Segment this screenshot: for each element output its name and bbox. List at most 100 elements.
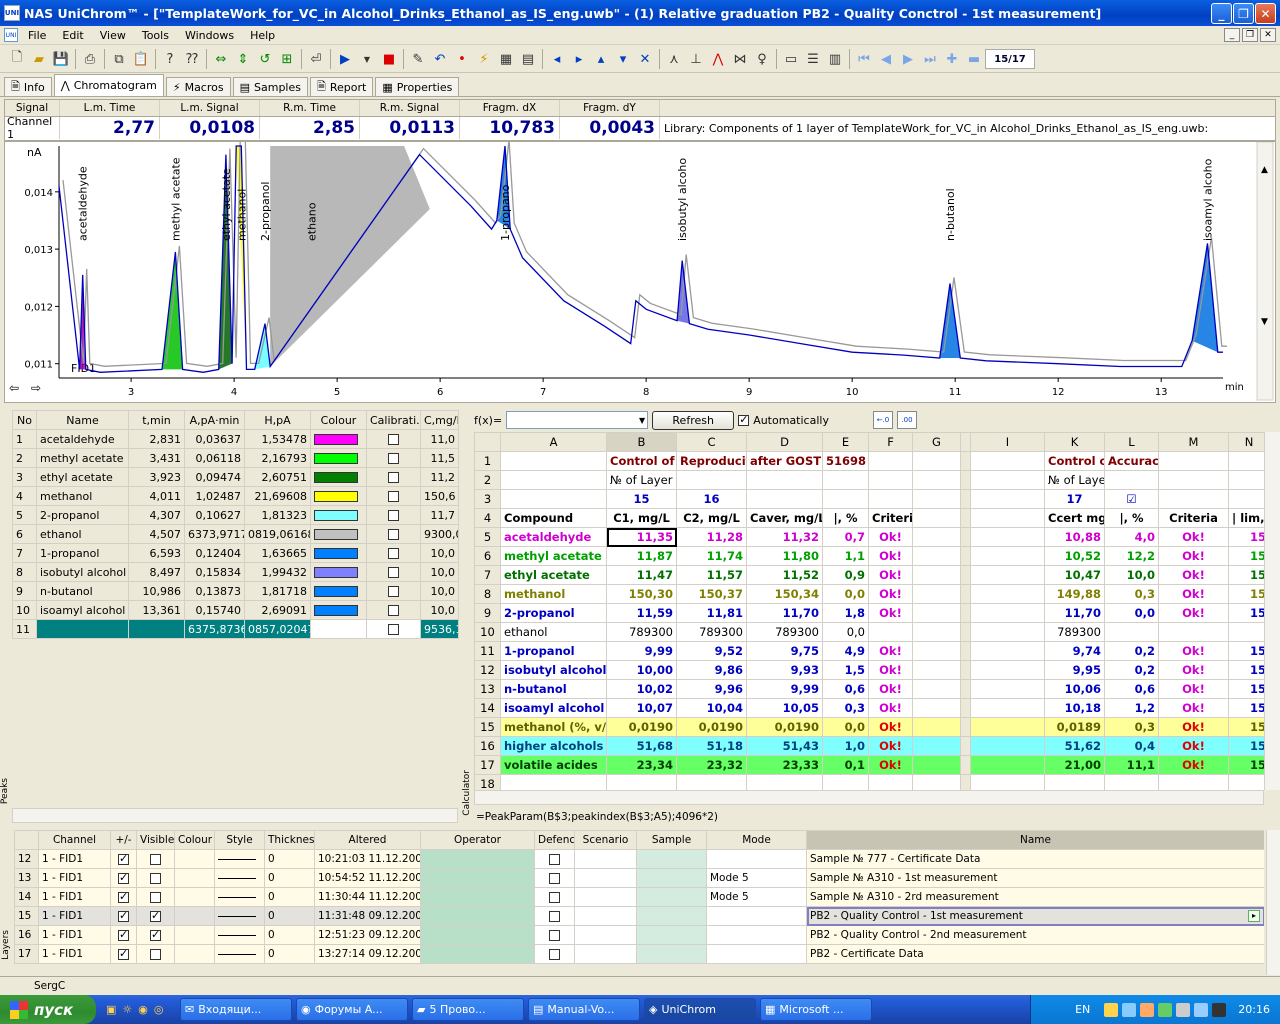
remove-layer-icon[interactable]: ▬ <box>963 48 985 70</box>
table-row[interactable]: 2 methyl acetate 3,431 0,06118 2,16793 1… <box>12 448 459 468</box>
calc-cell[interactable]: 23,34 <box>606 755 677 775</box>
calc-cell[interactable]: 1-propanol <box>500 641 607 661</box>
delete-peak-icon[interactable]: ✕ <box>634 48 656 70</box>
peak-colour[interactable] <box>310 486 367 506</box>
calc-cell[interactable]: 9,93 <box>746 660 823 680</box>
menu-windows[interactable]: Windows <box>177 29 242 42</box>
calc-cell[interactable]: Ok! <box>868 660 913 680</box>
taskbar-item-manual[interactable]: ▤ Manual-Vo... <box>528 998 640 1021</box>
layer-thickness[interactable]: 0 <box>264 944 315 964</box>
calc-cell[interactable]: 9,95 <box>1044 660 1105 680</box>
calc-cell[interactable]: Ok! <box>1158 717 1229 737</box>
calc-cell[interactable] <box>970 717 1045 737</box>
calc-cell[interactable] <box>676 470 747 490</box>
layer-scenario[interactable] <box>574 925 637 945</box>
chromatogram-chart[interactable]: nA 0,011 0,012 0,013 0,014 3 4 5 6 7 8 9 10 11 12 13 min… <box>4 139 1276 403</box>
marker-icon[interactable]: • <box>451 48 473 70</box>
peak-height[interactable]: 2,69091 <box>244 600 311 620</box>
layer-visible-cell[interactable] <box>136 868 175 888</box>
calibration-checkbox[interactable] <box>388 548 399 559</box>
calc-cell[interactable]: Ok! <box>1158 584 1229 604</box>
calc-cell[interactable]: 11,87 <box>606 546 677 566</box>
quick-launch-icon[interactable]: ◉ <box>138 1003 148 1016</box>
calc-cell[interactable]: 1,5 <box>822 660 869 680</box>
peak-split-icon[interactable]: ⋏ <box>663 48 685 70</box>
calc-cell[interactable]: Criteria <box>868 508 913 528</box>
calc-cell[interactable]: 9,99 <box>746 679 823 699</box>
layer-sample[interactable] <box>636 849 707 869</box>
table-row[interactable]: 8 isobutyl alcohol 8,497 0,15834 1,99432… <box>12 562 459 582</box>
calc-cell[interactable]: 150,37 <box>676 584 747 604</box>
layers-header[interactable]: Mode <box>706 830 807 850</box>
layer-row[interactable]: 14 1 - FID1 0 11:30:44 11.12.2009 Mode 5… <box>14 887 1264 907</box>
column-header-k[interactable]: K <box>1044 432 1105 452</box>
calc-cell[interactable]: 0,2 <box>1104 641 1159 661</box>
table-icon[interactable]: ▤ <box>517 48 539 70</box>
tab-macros[interactable]: ⚡ Macros <box>165 77 231 96</box>
calc-cell[interactable]: Ok! <box>868 527 913 547</box>
calc-cell[interactable]: 51,43 <box>746 736 823 756</box>
peak-concentration[interactable]: 10,0 <box>420 562 459 582</box>
layer-channel[interactable]: 1 - FID1 <box>38 944 111 964</box>
calc-cell[interactable] <box>500 451 607 471</box>
layer-colour[interactable] <box>174 906 215 926</box>
stop-icon[interactable]: ■ <box>378 48 400 70</box>
tray-icon[interactable] <box>1140 1002 1155 1017</box>
calibration-cell[interactable] <box>366 429 421 449</box>
defence-checkbox[interactable] <box>549 948 560 960</box>
calc-cell[interactable] <box>868 451 913 471</box>
peak-height[interactable]: 1,63665 <box>244 543 311 563</box>
calc-cell[interactable] <box>1158 774 1229 790</box>
calc-cell[interactable]: 0,0 <box>1104 603 1159 623</box>
calc-cell[interactable]: Ok! <box>868 641 913 661</box>
layer-row[interactable]: 16 1 - FID1 0 12:51:23 09.12.2009 PB2 - … <box>14 925 1264 945</box>
document-icon[interactable]: UNI <box>4 28 18 42</box>
column-header-i[interactable]: I <box>970 432 1045 452</box>
calc-cell[interactable]: methanol <box>500 584 607 604</box>
add-layer-icon[interactable]: ✚ <box>941 48 963 70</box>
calc-cell[interactable]: 17 <box>1044 489 1105 509</box>
peak-merge-icon[interactable]: ⋈ <box>729 48 751 70</box>
calc-cell[interactable]: 0,3 <box>822 698 869 718</box>
peaks-horizontal-scrollbar[interactable] <box>12 808 458 823</box>
plus-minus-checkbox[interactable] <box>118 909 129 922</box>
layer-mode[interactable] <box>706 906 807 926</box>
calc-cell[interactable]: 11,80 <box>746 546 823 566</box>
calc-cell[interactable]: Compound <box>500 508 607 528</box>
calc-cell[interactable] <box>1044 774 1105 790</box>
calibration-cell[interactable] <box>366 562 421 582</box>
peak-concentration[interactable]: 11,0 <box>420 429 459 449</box>
calc-cell[interactable] <box>1104 622 1159 642</box>
calc-cell[interactable]: Ok! <box>1158 565 1229 585</box>
menu-tools[interactable]: Tools <box>134 29 177 42</box>
taskbar-item-unichrom[interactable]: ◈ UniChrom <box>644 998 756 1021</box>
calc-cell[interactable]: 10,02 <box>606 679 677 699</box>
layer-name[interactable]: Sample № A310 - 2rd measurement <box>806 887 1264 907</box>
corner-cell[interactable] <box>474 432 501 452</box>
layers-header[interactable]: Visible <box>136 830 175 850</box>
calc-cell[interactable]: 10,04 <box>676 698 747 718</box>
calc-cell[interactable] <box>970 622 1045 642</box>
peak-height[interactable]: 21,69608 <box>244 486 311 506</box>
defence-checkbox[interactable] <box>549 853 560 865</box>
calc-cell[interactable]: higher alcohols <box>500 736 607 756</box>
layer-channel[interactable]: 1 - FID1 <box>38 906 111 926</box>
layer-row[interactable]: 12 1 - FID1 0 10:21:03 11.12.2009 Sample… <box>14 849 1264 869</box>
calc-cell[interactable]: 51698 <box>822 451 869 471</box>
peaks-header-cal[interactable]: Calibrati... <box>366 410 421 430</box>
calibration-cell[interactable] <box>366 486 421 506</box>
calc-cell[interactable] <box>970 603 1045 623</box>
calc-cell[interactable]: Ok! <box>868 546 913 566</box>
calc-cell[interactable] <box>1104 774 1159 790</box>
calibration-cell[interactable] <box>366 505 421 525</box>
peak-height[interactable]: 1,81323 <box>244 505 311 525</box>
column-header-b[interactable]: B <box>606 432 677 452</box>
peak-name[interactable]: isobutyl alcohol <box>36 562 129 582</box>
refresh-button[interactable]: Refresh <box>652 410 735 430</box>
calc-cell[interactable]: 9,86 <box>676 660 747 680</box>
calc-cell[interactable]: 23,32 <box>676 755 747 775</box>
peak-height[interactable]: 1,53478 <box>244 429 311 449</box>
table-row[interactable]: 6 ethanol 4,507 6373,97171 0819,06168 93… <box>12 524 459 544</box>
lightning-icon[interactable]: ⚡ <box>473 48 495 70</box>
layer-scenario[interactable] <box>574 868 637 888</box>
